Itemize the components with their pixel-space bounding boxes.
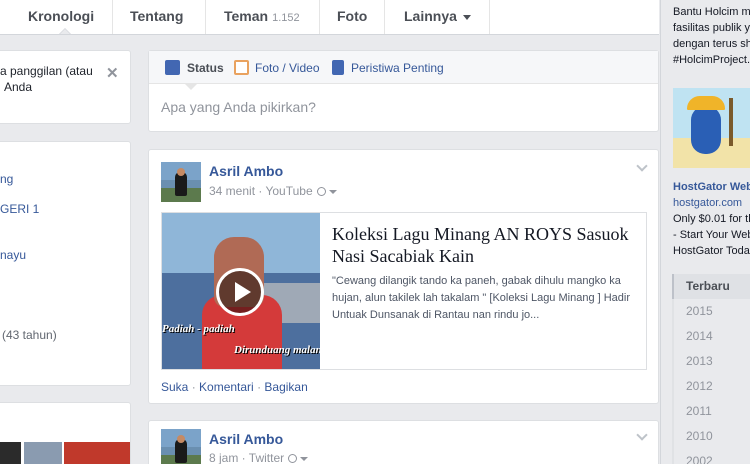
tab-divider: [319, 0, 320, 34]
composer-tab-pointer: [185, 84, 197, 90]
pencil-icon: [165, 60, 180, 75]
comment-link[interactable]: Komentari: [199, 380, 254, 394]
video-thumbnail[interactable]: Padiah - padiah Dirunduang malang: [162, 213, 320, 369]
tab-teman-label: Teman: [224, 8, 269, 24]
tab-lainnya[interactable]: Lainnya: [404, 4, 471, 38]
thumbnail-caption: Padiah - padiah: [162, 323, 235, 335]
like-link[interactable]: Suka: [161, 380, 188, 394]
ad-text-line: fasilitas publik y: [673, 22, 750, 34]
chevron-down-icon: [462, 14, 471, 20]
play-icon[interactable]: [216, 268, 264, 316]
close-icon[interactable]: ✕: [106, 64, 119, 82]
year-item[interactable]: 2002: [672, 449, 750, 464]
share-link[interactable]: Bagikan: [264, 380, 307, 394]
feed-post: Asril Ambo 34 menit · YouTube Padiah - p…: [148, 149, 659, 404]
nickname-prompt-line1: a panggilan (atau: [0, 64, 93, 78]
ad-text-line: Only $0.01 for th: [673, 213, 750, 225]
privacy-dropdown-icon[interactable]: [328, 189, 337, 194]
year-item[interactable]: 2011: [672, 399, 750, 424]
post-source[interactable]: Twitter: [249, 451, 284, 464]
composer-tab-status[interactable]: Status: [187, 61, 224, 75]
shared-link-card[interactable]: Padiah - padiah Dirunduang malang Koleks…: [161, 212, 647, 370]
active-tab-indicator: [59, 28, 71, 34]
intro-item[interactable]: GERI 1: [0, 202, 39, 216]
tab-lainnya-label: Lainnya: [404, 8, 457, 24]
year-item[interactable]: 2015: [672, 299, 750, 324]
globe-icon: [316, 187, 326, 196]
timeline-tab-bar: Kronologi Tentang Teman 1.152 Foto Lainny…: [0, 0, 659, 35]
composer-tab-life-event[interactable]: Peristiwa Penting: [351, 61, 444, 75]
photo-thumbnail[interactable]: [0, 442, 21, 464]
flag-icon: [332, 60, 344, 75]
photo-thumbnail[interactable]: [24, 442, 62, 464]
composer-tabs: Status Foto / Video Peristiwa Penting: [149, 51, 658, 84]
tab-divider: [489, 0, 490, 34]
post-options-chevron-icon[interactable]: [636, 429, 648, 441]
tab-tentang[interactable]: Tentang: [130, 4, 183, 38]
post-time[interactable]: 8 jam: [209, 451, 238, 464]
post-options-chevron-icon[interactable]: [636, 160, 648, 172]
post-meta: 8 jam · Twitter: [209, 451, 309, 464]
year-item-terbaru[interactable]: Terbaru: [672, 274, 750, 299]
tab-divider: [205, 0, 206, 34]
post-time[interactable]: 34 menit: [209, 184, 255, 198]
photo-thumbnail[interactable]: [64, 442, 130, 464]
shared-link-title[interactable]: Koleksi Lagu Minang AN ROYS Sasuok Nasi …: [332, 223, 632, 267]
status-composer: Status Foto / Video Peristiwa Penting Ap…: [148, 50, 659, 132]
post-actions: Suka · Komentari · Bagikan: [161, 380, 308, 394]
intro-item[interactable]: ng: [0, 172, 13, 186]
ad-url[interactable]: hostgator.com: [673, 195, 742, 211]
post-author[interactable]: Asril Ambo: [209, 431, 283, 447]
intro-item[interactable]: nayu: [0, 248, 26, 262]
thumbnail-caption: Dirunduang malang: [234, 344, 320, 356]
year-item[interactable]: 2012: [672, 374, 750, 399]
tab-teman[interactable]: Teman 1.152: [224, 4, 300, 38]
intro-age: (43 tahun): [2, 328, 57, 342]
ad-text-line: Bantu Holcim me: [673, 6, 750, 18]
ad-text-line: #HolcimProject.: [673, 54, 750, 66]
friend-count: 1.152: [272, 12, 300, 24]
status-input[interactable]: Apa yang Anda pikirkan?: [161, 99, 316, 115]
shared-link-description: "Cewang dilangik tando ka paneh, gabak d…: [332, 275, 631, 321]
year-item[interactable]: 2013: [672, 349, 750, 374]
globe-icon: [288, 454, 298, 463]
year-item[interactable]: 2010: [672, 424, 750, 449]
tab-divider: [384, 0, 385, 34]
nickname-prompt-line2: Anda: [4, 80, 33, 94]
tab-foto[interactable]: Foto: [337, 4, 367, 38]
privacy-dropdown-icon[interactable]: [300, 456, 309, 461]
tab-divider: [112, 0, 113, 34]
year-item[interactable]: 2014: [672, 324, 750, 349]
ad-text-line: dengan terus sh: [673, 38, 750, 50]
ad-title[interactable]: HostGator Web: [673, 179, 750, 195]
ad-text-line: - Start Your Web: [673, 229, 750, 241]
feed-post: Asril Ambo 8 jam · Twitter: [148, 420, 659, 464]
composer-tab-photo-video[interactable]: Foto / Video: [255, 61, 320, 75]
avatar[interactable]: [161, 429, 201, 464]
ad-image[interactable]: [673, 88, 750, 168]
intro-card: [0, 141, 131, 386]
photo-icon: [234, 60, 249, 75]
avatar[interactable]: [161, 162, 201, 202]
post-author[interactable]: Asril Ambo: [209, 163, 283, 179]
post-source[interactable]: YouTube: [265, 184, 312, 198]
ad-text-line: HostGator Toda: [673, 245, 750, 257]
post-meta: 34 menit · YouTube: [209, 184, 337, 198]
